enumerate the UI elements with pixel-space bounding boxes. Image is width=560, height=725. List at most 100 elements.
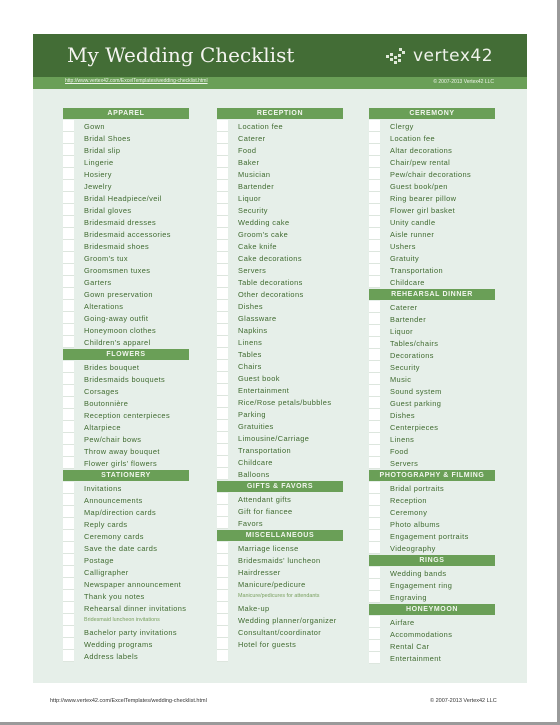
checkbox[interactable] [63,554,74,566]
checkbox[interactable] [63,156,74,168]
checkbox[interactable] [217,264,228,276]
checkbox[interactable] [369,349,380,361]
checkbox[interactable] [63,264,74,276]
checkbox[interactable] [63,180,74,192]
checkbox[interactable] [369,373,380,385]
checkbox[interactable] [217,554,228,566]
checkbox[interactable] [63,397,74,409]
checkbox[interactable] [217,240,228,252]
checkbox[interactable] [63,192,74,204]
checkbox[interactable] [217,517,228,529]
checkbox[interactable] [63,494,74,506]
checkbox[interactable] [217,276,228,288]
checkbox[interactable] [369,457,380,469]
checkbox[interactable] [369,542,380,554]
checkbox[interactable] [369,313,380,325]
checkbox[interactable] [369,361,380,373]
checkbox[interactable] [63,421,74,433]
checkbox[interactable] [63,433,74,445]
checkbox[interactable] [63,506,74,518]
checkbox[interactable] [217,168,228,180]
checkbox[interactable] [217,156,228,168]
checkbox[interactable] [217,252,228,264]
checkbox[interactable] [63,276,74,288]
checkbox[interactable] [63,240,74,252]
checkbox[interactable] [217,192,228,204]
checkbox[interactable] [63,312,74,324]
checkbox[interactable] [63,385,74,397]
checkbox[interactable] [63,120,74,132]
checkbox[interactable] [217,614,228,626]
checkbox[interactable] [217,566,228,578]
checkbox[interactable] [63,530,74,542]
checkbox[interactable] [217,590,228,602]
checkbox[interactable] [369,445,380,457]
checkbox[interactable] [63,132,74,144]
checkbox[interactable] [63,518,74,530]
checkbox[interactable] [369,228,380,240]
checkbox[interactable] [217,384,228,396]
checkbox[interactable] [369,494,380,506]
checkbox[interactable] [217,505,228,517]
checkbox[interactable] [63,168,74,180]
checkbox[interactable] [63,482,74,494]
checkbox[interactable] [369,628,380,640]
checkbox[interactable] [63,650,74,662]
checkbox[interactable] [217,396,228,408]
checkbox[interactable] [63,228,74,240]
checkbox[interactable] [217,468,228,480]
template-url-link[interactable]: http://www.vertex42.com/ExcelTemplates/w… [65,78,208,84]
checkbox[interactable] [369,616,380,628]
checkbox[interactable] [369,652,380,664]
checkbox[interactable] [369,397,380,409]
checkbox[interactable] [369,252,380,264]
checkbox[interactable] [369,482,380,494]
checkbox[interactable] [63,626,74,638]
checkbox[interactable] [63,324,74,336]
checkbox[interactable] [369,180,380,192]
checkbox[interactable] [369,567,380,579]
checkbox[interactable] [217,204,228,216]
checkbox[interactable] [63,361,74,373]
checkbox[interactable] [217,626,228,638]
checkbox[interactable] [369,264,380,276]
checkbox[interactable] [369,301,380,313]
checkbox[interactable] [369,421,380,433]
checkbox[interactable] [63,373,74,385]
checkbox[interactable] [369,409,380,421]
checkbox[interactable] [217,324,228,336]
checkbox[interactable] [369,433,380,445]
checkbox[interactable] [217,420,228,432]
checkbox[interactable] [217,602,228,614]
checkbox[interactable] [63,590,74,602]
checkbox[interactable] [217,408,228,420]
checkbox[interactable] [369,204,380,216]
checkbox[interactable] [217,578,228,590]
checkbox[interactable] [63,614,74,626]
checkbox[interactable] [369,518,380,530]
checkbox[interactable] [217,228,228,240]
checkbox[interactable] [369,506,380,518]
checkbox[interactable] [369,337,380,349]
checkbox[interactable] [63,336,74,348]
checkbox[interactable] [63,288,74,300]
checkbox[interactable] [369,144,380,156]
checkbox[interactable] [217,336,228,348]
checkbox[interactable] [217,638,228,650]
checkbox[interactable] [63,252,74,264]
checkbox[interactable] [63,578,74,590]
checkbox[interactable] [369,325,380,337]
checkbox[interactable] [217,360,228,372]
checkbox[interactable] [369,591,380,603]
checkbox[interactable] [369,132,380,144]
checkbox[interactable] [217,180,228,192]
checkbox[interactable] [217,444,228,456]
checkbox[interactable] [369,168,380,180]
checkbox[interactable] [369,216,380,228]
checkbox[interactable] [63,144,74,156]
checkbox[interactable] [63,542,74,554]
checkbox[interactable] [217,456,228,468]
checkbox[interactable] [369,276,380,288]
checkbox[interactable] [63,566,74,578]
checkbox[interactable] [63,300,74,312]
